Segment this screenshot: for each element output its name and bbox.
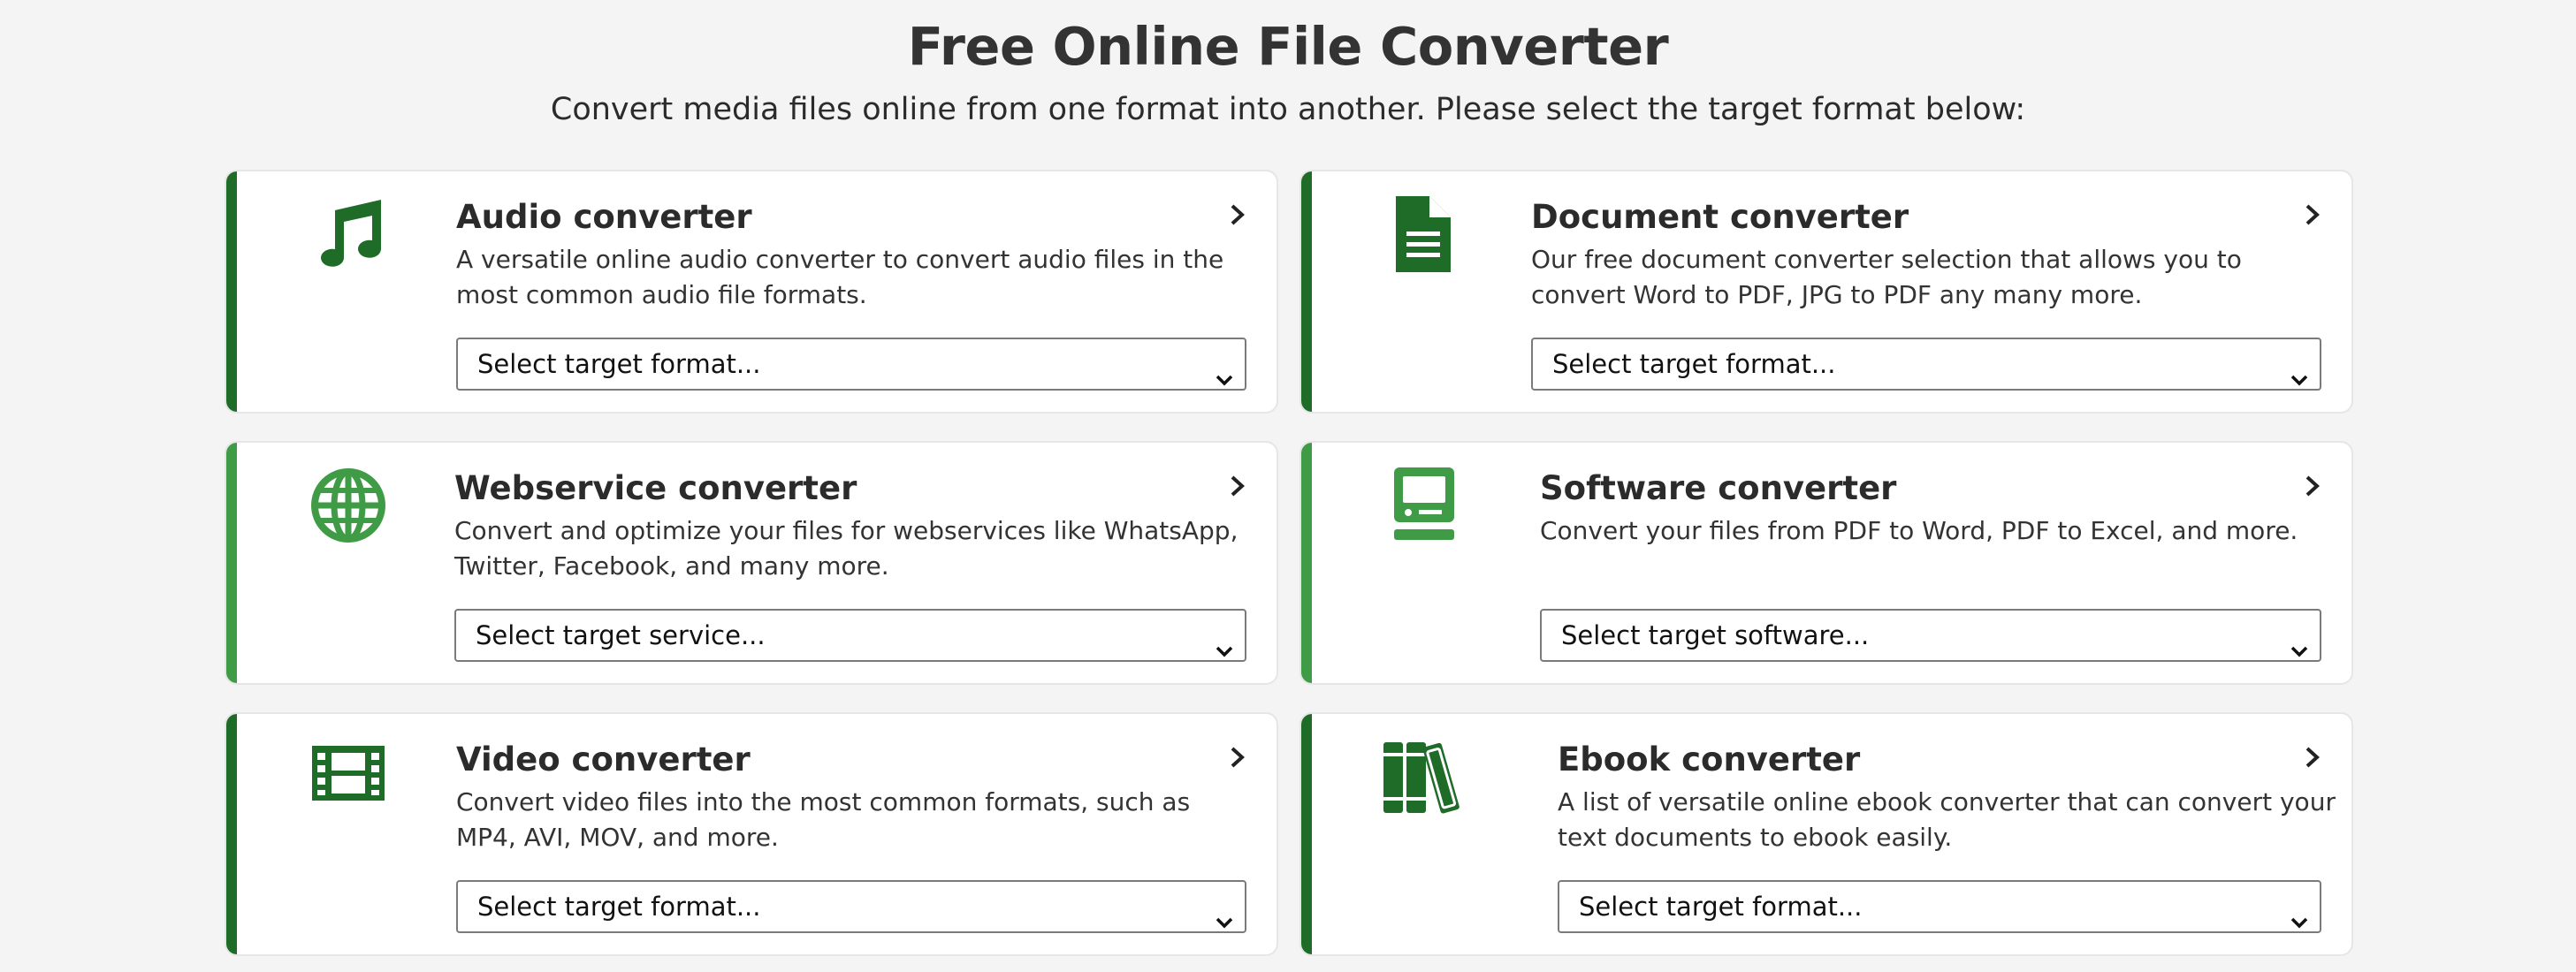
chevron-down-icon [2290, 626, 2309, 657]
books-icon [1372, 737, 1478, 825]
select-value: Select target format... [477, 349, 761, 379]
chevron-down-icon [2290, 898, 2309, 929]
chevron-right-icon[interactable] [1227, 201, 1248, 228]
audio-converter-card[interactable]: Audio converter A versatile online audio… [225, 170, 1278, 414]
card-accent-stripe [226, 443, 237, 683]
chevron-right-icon[interactable] [2302, 473, 2323, 499]
film-icon [304, 737, 392, 825]
chevron-down-icon [1215, 898, 1234, 929]
card-title: Webservice converter [454, 469, 857, 507]
card-description: A list of versatile online ebook convert… [1558, 787, 2336, 852]
document-icon [1379, 194, 1467, 283]
chevron-down-icon [2290, 355, 2309, 386]
chevron-right-icon[interactable] [1227, 744, 1248, 771]
chevron-down-icon [1215, 626, 1234, 657]
card-accent-stripe [1301, 171, 1312, 412]
select-value: Select target format... [477, 892, 761, 922]
card-title: Video converter [456, 740, 751, 778]
card-title: Ebook converter [1558, 740, 1861, 778]
webservice-converter-card[interactable]: Webservice converter Convert and optimiz… [225, 441, 1278, 685]
card-accent-stripe [226, 714, 237, 954]
select-value: Select target service... [476, 620, 766, 650]
select-value: Select target format... [1579, 892, 1863, 922]
target-format-select[interactable]: Select target format... [456, 338, 1246, 391]
converter-grid: Audio converter A versatile online audio… [225, 170, 2353, 956]
card-title: Document converter [1531, 198, 1909, 236]
chevron-right-icon[interactable] [2302, 744, 2323, 771]
card-description: Convert your files from PDF to Word, PDF… [1540, 516, 2298, 545]
target-service-select[interactable]: Select target service... [454, 609, 1246, 662]
target-software-select[interactable]: Select target software... [1540, 609, 2321, 662]
chevron-right-icon[interactable] [2302, 201, 2323, 228]
document-converter-card[interactable]: Document converter Our free document con… [1299, 170, 2353, 414]
select-value: Select target format... [1552, 349, 1836, 379]
software-converter-card[interactable]: Software converter Convert your files fr… [1299, 441, 2353, 685]
page: Free Online File Converter Convert media… [0, 0, 2576, 972]
target-format-select[interactable]: Select target format... [456, 880, 1246, 933]
music-note-icon [304, 194, 392, 283]
video-converter-card[interactable]: Video converter Convert video files into… [225, 712, 1278, 956]
card-description: Convert video files into the most common… [456, 787, 1191, 852]
card-title: Software converter [1540, 469, 1897, 507]
ebook-converter-card[interactable]: Ebook converter A list of versatile onli… [1299, 712, 2353, 956]
computer-icon [1379, 466, 1467, 554]
card-accent-stripe [1301, 443, 1312, 683]
page-title: Free Online File Converter [907, 16, 1669, 77]
target-format-select[interactable]: Select target format... [1558, 880, 2321, 933]
target-format-select[interactable]: Select target format... [1531, 338, 2321, 391]
card-accent-stripe [226, 171, 237, 412]
page-subtitle: Convert media files online from one form… [550, 92, 2026, 127]
card-title: Audio converter [456, 198, 752, 236]
card-accent-stripe [1301, 714, 1312, 954]
card-description: Our free document converter selection th… [1531, 245, 2242, 309]
select-value: Select target software... [1561, 620, 1870, 650]
chevron-down-icon [1215, 355, 1234, 386]
chevron-right-icon[interactable] [1227, 473, 1248, 499]
card-description: Convert and optimize your files for webs… [454, 516, 1238, 581]
card-description: A versatile online audio converter to co… [456, 245, 1224, 309]
globe-icon [304, 466, 392, 554]
